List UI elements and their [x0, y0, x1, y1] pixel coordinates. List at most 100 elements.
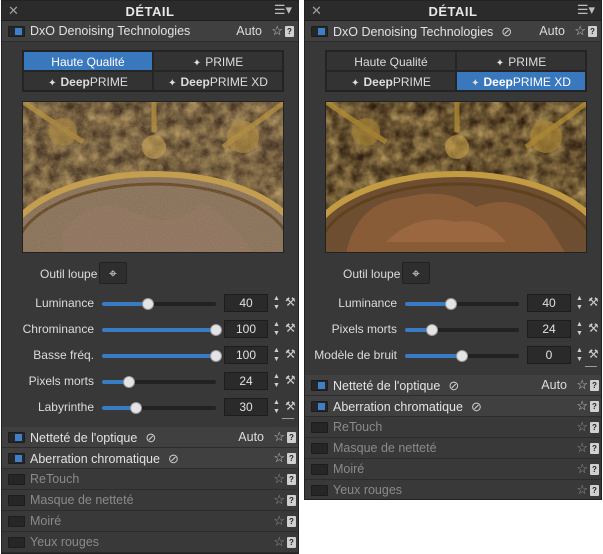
star-icon[interactable]: ☆ [576, 377, 588, 393]
collapse-handle[interactable] [282, 418, 294, 423]
magic-wand-icon[interactable]: ⚒ [588, 295, 599, 309]
star-icon[interactable]: ☆ [273, 513, 285, 529]
magic-wand-icon[interactable]: ⚒ [285, 399, 296, 413]
slider-track[interactable] [102, 350, 222, 362]
slider-track[interactable] [405, 350, 519, 362]
slider-track[interactable] [102, 376, 216, 388]
section-2[interactable]: ReTouch ☆? [2, 469, 298, 490]
slider-thumb[interactable] [210, 350, 222, 362]
slider-thumb[interactable] [426, 324, 439, 336]
star-icon[interactable]: ☆ [273, 492, 285, 508]
hidden-eye-icon[interactable]: ⊘ [471, 399, 482, 415]
mode-button-3[interactable]: ✦ DeepPRIME XD [153, 71, 283, 91]
magic-wand-icon[interactable]: ⚒ [588, 347, 599, 361]
loupe-button[interactable]: ⌖ [402, 262, 430, 284]
magic-wand-icon[interactable]: ⚒ [285, 373, 296, 387]
value-stepper[interactable]: ▲ ▼ [574, 320, 585, 338]
section-checkbox[interactable] [8, 516, 25, 527]
value-field[interactable]: 24 [224, 372, 268, 390]
auto-label[interactable]: Auto [539, 24, 565, 38]
star-icon[interactable]: ☆ [273, 450, 285, 466]
value-field[interactable]: 0 [527, 346, 571, 364]
magic-wand-icon[interactable]: ⚒ [285, 347, 296, 361]
value-stepper[interactable]: ▲ ▼ [574, 294, 585, 312]
slider-thumb[interactable] [130, 402, 143, 414]
star-icon[interactable]: ☆ [576, 461, 588, 477]
star-icon[interactable]: ☆ [273, 471, 285, 487]
star-icon[interactable]: ☆ [576, 419, 588, 435]
help-icon[interactable]: ? [287, 432, 296, 443]
menu-icon[interactable]: ☰▾ [274, 2, 292, 18]
section-2[interactable]: ReTouch ☆? [305, 417, 601, 438]
star-icon[interactable]: ☆ [273, 429, 285, 445]
section-0[interactable]: Netteté de l'optique ⊘ Auto ☆? [2, 427, 298, 448]
section-checkbox[interactable] [311, 380, 328, 391]
auto-label[interactable]: Auto [236, 24, 262, 38]
value-field[interactable]: 30 [224, 398, 268, 416]
help-icon[interactable]: ? [287, 453, 296, 464]
section-checkbox[interactable] [311, 401, 328, 412]
magic-wand-icon[interactable]: ⚒ [285, 321, 296, 335]
hidden-eye-icon[interactable]: ⊘ [448, 378, 459, 394]
section-5[interactable]: Yeux rouges ☆? [2, 532, 298, 553]
value-stepper[interactable]: ▲ ▼ [271, 346, 282, 364]
star-icon[interactable]: ☆ [273, 534, 285, 550]
help-icon[interactable]: ? [287, 474, 296, 485]
star-icon[interactable]: ☆ [271, 23, 283, 39]
value-field[interactable]: 40 [224, 294, 268, 312]
slider-thumb[interactable] [210, 324, 222, 336]
value-field[interactable]: 100 [224, 346, 268, 364]
help-icon[interactable]: ? [590, 443, 599, 454]
loupe-button[interactable]: ⌖ [99, 262, 127, 284]
help-icon[interactable]: ? [590, 401, 599, 412]
mode-button-0[interactable]: Haute Qualité [326, 51, 456, 71]
section-0[interactable]: Netteté de l'optique ⊘ Auto ☆? [305, 375, 601, 396]
slider-thumb[interactable] [141, 298, 154, 310]
value-field[interactable]: 100 [224, 320, 268, 338]
star-icon[interactable]: ☆ [576, 440, 588, 456]
value-field[interactable]: 40 [527, 294, 571, 312]
mode-button-1[interactable]: ✦ PRIME [456, 51, 586, 71]
section-checkbox[interactable] [8, 537, 25, 548]
magic-wand-icon[interactable]: ⚒ [588, 321, 599, 335]
value-stepper[interactable]: ▲ ▼ [271, 398, 282, 416]
section-checkbox[interactable] [311, 464, 328, 475]
denoise-checkbox[interactable] [8, 26, 25, 37]
section-3[interactable]: Masque de netteté ☆? [2, 490, 298, 511]
hidden-eye-icon[interactable]: ⊘ [501, 24, 512, 40]
help-icon[interactable]: ? [287, 537, 296, 548]
help-icon[interactable]: ? [590, 485, 599, 496]
section-4[interactable]: Moiré ☆? [305, 459, 601, 480]
section-checkbox[interactable] [8, 474, 25, 485]
value-stepper[interactable]: ▲ ▼ [271, 294, 282, 312]
section-1[interactable]: Aberration chromatique ⊘ ☆? [305, 396, 601, 417]
denoise-checkbox[interactable] [311, 26, 328, 37]
section-4[interactable]: Moiré ☆? [2, 511, 298, 532]
hidden-eye-icon[interactable]: ⊘ [145, 430, 156, 446]
slider-track[interactable] [102, 324, 222, 336]
value-field[interactable]: 24 [527, 320, 571, 338]
slider-track[interactable] [405, 298, 519, 310]
auto-label[interactable]: Auto [541, 378, 567, 392]
section-5[interactable]: Yeux rouges ☆? [305, 480, 601, 499]
help-icon[interactable]: ? [590, 380, 599, 391]
slider-thumb[interactable] [123, 376, 136, 388]
mode-button-1[interactable]: ✦ PRIME [153, 51, 283, 71]
section-checkbox[interactable] [311, 443, 328, 454]
value-stepper[interactable]: ▲ ▼ [271, 320, 282, 338]
help-icon[interactable]: ? [588, 26, 597, 37]
section-1[interactable]: Aberration chromatique ⊘ ☆? [2, 448, 298, 469]
slider-thumb[interactable] [444, 298, 457, 310]
menu-icon[interactable]: ☰▾ [577, 2, 595, 18]
section-checkbox[interactable] [311, 422, 328, 433]
collapse-handle[interactable] [585, 366, 597, 371]
section-checkbox[interactable] [311, 485, 328, 496]
section-3[interactable]: Masque de netteté ☆? [305, 438, 601, 459]
section-checkbox[interactable] [8, 495, 25, 506]
star-icon[interactable]: ☆ [576, 398, 588, 414]
slider-track[interactable] [102, 402, 216, 414]
hidden-eye-icon[interactable]: ⊘ [168, 451, 179, 467]
slider-thumb[interactable] [456, 350, 468, 362]
help-icon[interactable]: ? [590, 422, 599, 433]
denoise-section-header[interactable]: DxO Denoising Technologies Auto ☆ ? [2, 21, 298, 42]
